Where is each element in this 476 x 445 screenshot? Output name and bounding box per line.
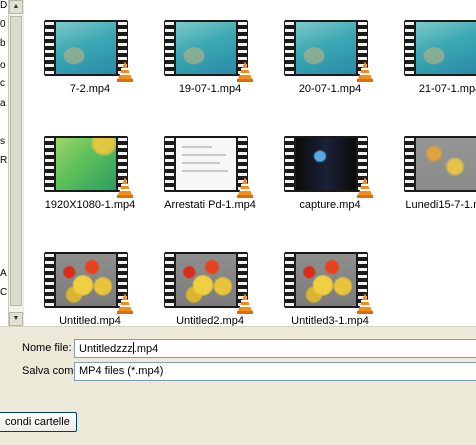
nav-item-text: a bbox=[0, 98, 6, 109]
filename-input[interactable]: Untitledzzz.mp4 bbox=[74, 339, 476, 358]
file-item[interactable]: 21-07-1.mp4 bbox=[384, 0, 476, 114]
video-thumbnail bbox=[164, 136, 253, 198]
vlc-cone-icon bbox=[117, 177, 133, 198]
vertical-scrollbar[interactable]: ▲ ▼ bbox=[9, 0, 23, 326]
video-thumbnail bbox=[284, 20, 373, 82]
file-item[interactable]: 20-07-1.mp4 bbox=[264, 0, 374, 114]
scroll-down-button[interactable]: ▼ bbox=[9, 312, 23, 326]
video-thumbnail bbox=[44, 20, 133, 82]
nav-item-text: R bbox=[0, 155, 8, 166]
video-thumbnail bbox=[44, 136, 133, 198]
nav-item-text: c bbox=[0, 78, 5, 89]
vlc-cone-icon bbox=[237, 177, 253, 198]
nav-item-text: 0 bbox=[0, 19, 6, 30]
file-name: Untitled3-1.mp4 bbox=[291, 315, 369, 326]
file-item[interactable]: 7-2.mp4 bbox=[24, 0, 134, 114]
file-item[interactable]: Untitled2.mp4 bbox=[144, 232, 254, 326]
video-thumbnail bbox=[164, 252, 253, 314]
file-name: Arrestati Pd-1.mp4 bbox=[164, 199, 256, 211]
vlc-cone-icon bbox=[237, 293, 253, 314]
save-as-type-value: MP4 files (*.mp4) bbox=[79, 365, 164, 377]
file-item[interactable]: Untitled.mp4 bbox=[24, 232, 134, 326]
filename-label: Nome file: bbox=[22, 342, 72, 354]
nav-item-text: D bbox=[0, 0, 8, 11]
file-item[interactable]: 1920X1080-1.mp4 bbox=[24, 116, 135, 230]
video-thumbnail bbox=[44, 252, 133, 314]
vlc-cone-icon bbox=[117, 61, 133, 82]
file-grid: 7-2.mp4 19-07-1.mp4 20-07-1.mp4 21-07-1.… bbox=[24, 0, 476, 326]
file-item[interactable]: capture.mp4 bbox=[264, 116, 374, 230]
filename-extension: .mp4 bbox=[133, 343, 159, 355]
vlc-cone-icon bbox=[357, 293, 373, 314]
vlc-cone-icon bbox=[117, 293, 133, 314]
file-name: 1920X1080-1.mp4 bbox=[44, 199, 136, 211]
down-arrow-icon: ▼ bbox=[12, 315, 20, 322]
file-item[interactable]: Untitled3-1.mp4 bbox=[264, 232, 374, 326]
video-thumbnail bbox=[404, 136, 476, 192]
file-name: 21-07-1.mp4 bbox=[418, 83, 476, 95]
nav-item-text: b bbox=[0, 38, 6, 49]
save-as-type-select[interactable]: MP4 files (*.mp4) bbox=[74, 362, 476, 381]
scrollbar-thumb[interactable] bbox=[10, 16, 22, 306]
file-name: Untitled2.mp4 bbox=[176, 315, 244, 326]
nav-item-text: o bbox=[0, 60, 6, 71]
file-item[interactable]: Lunedi15-7-1.mp4 bbox=[384, 116, 476, 230]
file-name: capture.mp4 bbox=[299, 199, 361, 211]
file-name: Untitled.mp4 bbox=[59, 315, 121, 326]
file-item[interactable]: 19-07-1.mp4 bbox=[144, 0, 254, 114]
vlc-cone-icon bbox=[237, 61, 253, 82]
video-thumbnail bbox=[164, 20, 253, 82]
scroll-up-button[interactable]: ▲ bbox=[9, 0, 23, 14]
nav-item-text: C bbox=[0, 287, 8, 298]
file-name: 19-07-1.mp4 bbox=[178, 83, 242, 95]
up-arrow-icon: ▲ bbox=[12, 3, 20, 10]
video-thumbnail bbox=[284, 252, 373, 314]
nav-item-text: s bbox=[0, 136, 5, 147]
video-thumbnail bbox=[284, 136, 373, 198]
file-name: 20-07-1.mp4 bbox=[298, 83, 362, 95]
file-name: Lunedi15-7-1.mp4 bbox=[405, 199, 476, 211]
filename-value: Untitledzzz bbox=[79, 343, 133, 355]
navigation-pane: D 0 b o c a s R A C bbox=[0, 0, 9, 326]
video-thumbnail bbox=[404, 20, 476, 76]
hide-folders-button[interactable]: condi cartelle bbox=[0, 412, 77, 432]
file-item[interactable]: Arrestati Pd-1.mp4 bbox=[144, 116, 256, 230]
nav-item-text: A bbox=[0, 268, 7, 279]
vlc-cone-icon bbox=[357, 61, 373, 82]
file-name: 7-2.mp4 bbox=[69, 83, 111, 95]
vlc-cone-icon bbox=[357, 177, 373, 198]
